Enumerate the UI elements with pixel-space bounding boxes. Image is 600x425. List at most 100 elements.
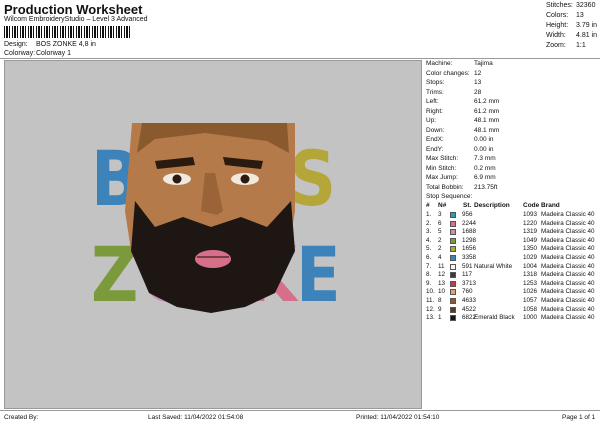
- stop-code: 1000: [523, 314, 538, 322]
- stop-stitches: 3713: [462, 279, 477, 287]
- colorway-value: Colorway 1: [36, 50, 72, 57]
- colors-value: 13: [576, 12, 584, 19]
- stop-row: 2. 6 2244 1220 Madeira Classic 40: [426, 220, 598, 229]
- stop-code: 1093: [523, 211, 538, 218]
- min-stitch-label: Min Stitch:: [426, 164, 457, 172]
- stop-code: 1026: [523, 288, 538, 296]
- stop-code: 1318: [523, 271, 538, 279]
- stop-row: 5. 2 1656 1350 Madeira Classic 40: [426, 245, 598, 254]
- max-jump-value: 6.9 mm: [474, 174, 496, 181]
- stop-index: 13.: [426, 314, 435, 322]
- stop-code: 1029: [523, 254, 538, 261]
- page-number: Page 1 of 1: [562, 414, 596, 421]
- color-changes-value: 12: [474, 69, 482, 77]
- stop-stitches: 4522: [462, 305, 477, 313]
- color-swatch: [450, 263, 456, 270]
- endx-value: 0.00 in: [474, 136, 494, 143]
- stop-brand: Madeira Classic 40: [541, 262, 595, 270]
- col-hash: #: [426, 202, 430, 209]
- stop-stitches: 591: [462, 262, 473, 270]
- printed-date: Printed: 11/04/2022 01:54:10: [356, 414, 440, 421]
- col-brand: Brand: [541, 202, 560, 209]
- stop-sequence-header: # N# St. Description Code Brand: [426, 202, 598, 210]
- face-illustration: [125, 123, 295, 313]
- stop-stitches: 3358: [462, 254, 477, 261]
- stop-index: 8.: [426, 271, 432, 279]
- color-swatch: [450, 315, 456, 322]
- stop-needle: 12: [438, 271, 446, 279]
- stop-row: 11. 8 4633 1057 Madeira Classic 40: [426, 297, 598, 306]
- stop-brand: Madeira Classic 40: [541, 271, 595, 279]
- endy-value: 0.00 in: [474, 145, 494, 153]
- stop-brand: Madeira Classic 40: [541, 219, 595, 227]
- stop-description: Emerald Black: [474, 314, 515, 322]
- total-bobbin-value: 213.75ft: [474, 183, 498, 191]
- stop-index: 9.: [426, 279, 432, 287]
- barcode: [4, 26, 132, 38]
- stop-index: 4.: [426, 236, 432, 244]
- stop-row: 9. 13 3713 1253 Madeira Classic 40: [426, 280, 598, 289]
- max-stitch-label: Max Stitch:: [426, 155, 459, 162]
- color-swatch: [450, 246, 456, 253]
- stop-stitches: 1656: [462, 245, 477, 253]
- down-label: Down:: [426, 126, 445, 134]
- stitches-label: Stitches:: [546, 2, 573, 9]
- zoom-value: 1:1: [576, 42, 586, 49]
- col-n: N#: [438, 202, 447, 209]
- stop-row: 12. 9 4522 1058 Madeira Classic 40: [426, 306, 598, 315]
- trims-label: Trims:: [426, 88, 444, 96]
- stop-brand: Madeira Classic 40: [541, 254, 595, 261]
- machine-value: Tajima: [474, 60, 493, 67]
- left-value: 61.2 mm: [474, 98, 500, 105]
- stop-row: 10. 10 760 1026 Madeira Classic 40: [426, 288, 598, 297]
- max-jump-label: Max Jump:: [426, 174, 458, 181]
- trims-value: 28: [474, 88, 482, 96]
- stop-code: 1049: [523, 236, 538, 244]
- stop-needle: 10: [438, 288, 446, 296]
- colorway-label: Colorway:: [4, 50, 36, 57]
- stop-index: 5.: [426, 245, 432, 253]
- stop-row: 4. 2 1298 1049 Madeira Classic 40: [426, 237, 598, 246]
- col-st: St.: [463, 202, 472, 209]
- stop-row: 13. 1 6822 Emerald Black 1000 Madeira Classic…: [426, 314, 598, 323]
- stop-row: 8. 12 117 1318 Madeira Classic 40: [426, 271, 598, 280]
- stop-index: 2.: [426, 219, 432, 227]
- stop-brand: Madeira Classic 40: [541, 228, 595, 236]
- color-swatch: [450, 272, 456, 279]
- color-swatch: [450, 280, 456, 287]
- endy-label: EndY:: [426, 145, 444, 153]
- stop-code: 1319: [523, 228, 538, 236]
- color-swatch: [450, 255, 456, 261]
- color-swatch: [450, 306, 456, 313]
- last-saved: Last Saved: 11/04/2022 01:54:08: [148, 414, 244, 421]
- color-swatch: [450, 298, 456, 304]
- header-divider: [0, 58, 600, 59]
- created-by: Created By:: [4, 414, 39, 421]
- worksheet-title: Production Worksheet: [4, 2, 143, 17]
- color-swatch: [450, 237, 456, 244]
- width-value: 4.81 in: [576, 32, 598, 39]
- stop-index: 3.: [426, 228, 432, 236]
- stop-code: 1350: [523, 245, 538, 253]
- min-stitch-value: 0.2 mm: [474, 164, 496, 172]
- color-swatch: [450, 289, 456, 296]
- design-field: Design: BOS ZONKE 4,8 in: [4, 41, 204, 50]
- stop-row: 7. 11 591 Natural White 1004 Madeira Classic …: [426, 263, 598, 272]
- software-name: Wilcom EmbroideryStudio – Level 3 Advanc…: [4, 16, 148, 23]
- stop-brand: Madeira Classic 40: [541, 288, 595, 296]
- color-swatch: [450, 212, 456, 218]
- right-value: 61.2 mm: [474, 107, 500, 115]
- height-value: 3.79 in: [576, 22, 598, 29]
- stop-stitches: 4633: [462, 297, 477, 304]
- stop-row: 6. 4 3358 1029 Madeira Classic 40: [426, 254, 598, 263]
- stop-index: 7.: [426, 262, 432, 270]
- design-value: BOS ZONKE 4,8 in: [36, 41, 96, 48]
- stop-needle: 6: [438, 219, 442, 227]
- total-bobbin-label: Total Bobbin:: [426, 183, 464, 191]
- stop-row: 3. 5 1688 1319 Madeira Classic 40: [426, 228, 598, 237]
- stop-code: 1220: [523, 219, 538, 227]
- machine-label: Machine:: [426, 60, 453, 67]
- stop-needle: 2: [438, 236, 442, 244]
- stop-brand: Madeira Classic 40: [541, 236, 595, 244]
- stop-stitches: 760: [462, 288, 473, 296]
